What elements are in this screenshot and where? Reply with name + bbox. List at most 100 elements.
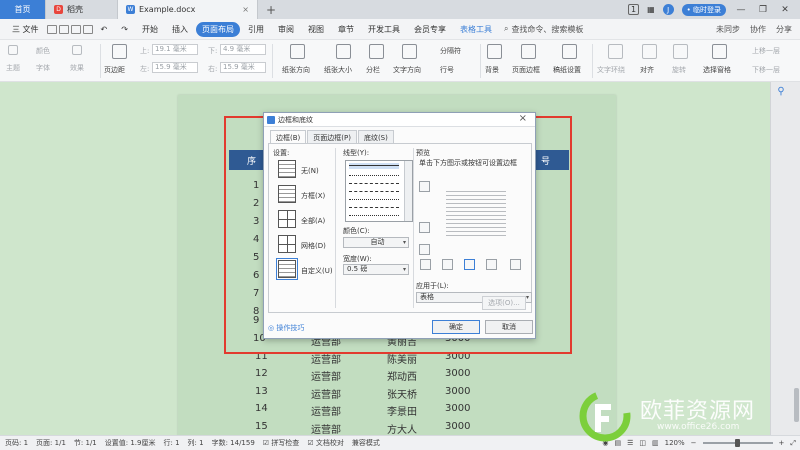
menu-item-developer[interactable]: 开发工具 [362,22,406,37]
undo-icon[interactable]: ↶ [95,23,114,36]
status-section[interactable]: 节: 1/1 [74,438,97,448]
table-row[interactable]: 15 运营部 方大人 3000 [229,419,569,437]
line-number-button[interactable]: 行号 [440,65,454,75]
color-button[interactable]: 颜色 [36,46,50,56]
menu-item-member[interactable]: 会员专享 [408,22,452,37]
diagonal-up-icon[interactable] [510,259,521,270]
line-style-option[interactable] [349,191,399,192]
restore-icon[interactable]: ❐ [756,5,770,15]
background-button[interactable]: 背景 [485,65,499,75]
orientation-button[interactable]: 纸张方向 [282,65,310,75]
manuscript-button[interactable]: 稿纸设置 [553,65,581,75]
setting-none-label[interactable]: 无(N) [301,166,319,176]
left-margin-input[interactable]: 15.9 毫米 [152,62,198,73]
table-row[interactable]: 13 运营部 张天桥 3000 [229,384,569,402]
border-left-icon[interactable] [442,259,453,270]
menu-item-start[interactable]: 开始 [136,22,164,37]
proofread-button[interactable]: ☑ 文档校对 [307,438,344,448]
margins-button[interactable]: 页边距 [104,65,125,75]
right-margin-input[interactable]: 15.9 毫米 [220,62,266,73]
zoom-out-icon[interactable]: − [691,439,697,447]
menu-item-table-tools[interactable]: 表格工具 [454,22,498,37]
minimize-icon[interactable]: — [734,5,748,15]
border-bottom-icon[interactable] [419,244,430,255]
tips-link[interactable]: ◎ 操作技巧 [268,323,304,333]
tab-page-border[interactable]: 页面边框(P) [307,130,357,143]
line-style-list[interactable] [345,160,413,222]
tab-home[interactable]: 首页 [0,0,46,19]
line-style-option[interactable] [349,215,399,216]
top-margin-input[interactable]: 19.1 毫米 [152,44,198,55]
border-top-icon[interactable] [419,181,430,192]
line-style-option[interactable] [349,163,399,169]
send-backward-button[interactable]: 下移一层 [752,65,780,75]
breaks-button[interactable]: 分隔符 [440,46,461,56]
open-icon[interactable] [46,24,57,34]
save-icon[interactable] [58,24,69,34]
tab-shading[interactable]: 底纹(S) [357,130,394,143]
select-pane-button[interactable]: 选择窗格 [703,65,731,75]
diagonal-down-icon[interactable] [420,259,431,270]
status-setting[interactable]: 设置值: 1.9厘米 [105,438,156,448]
line-style-option[interactable] [349,165,399,166]
setting-custom-icon[interactable] [276,258,298,280]
bring-forward-button[interactable]: 上移一层 [752,46,780,56]
menu-item-page-layout[interactable]: 页面布局 [195,21,240,37]
effect-button[interactable]: 效果 [70,63,84,73]
tab-daoke[interactable]: D 稻壳 [46,0,118,19]
menu-item-insert[interactable]: 插入 [166,22,194,37]
setting-all-label[interactable]: 全部(A) [301,216,325,226]
menu-file[interactable]: 三 文件 [6,22,45,37]
login-button[interactable]: • 临时登录 [681,3,726,16]
close-tab-icon[interactable]: × [242,5,249,14]
setting-box-label[interactable]: 方框(X) [301,191,325,201]
align-button[interactable]: 对齐 [640,65,654,75]
dialog-title-bar[interactable]: 边框和底纹 × [264,113,535,127]
new-tab-button[interactable]: + [258,0,284,19]
collaborate-button[interactable]: 协作 [750,24,766,35]
font-button[interactable]: 字体 [36,63,50,73]
status-page-number[interactable]: 页码: 1 [5,438,28,448]
spell-check-button[interactable]: ☑ 拼写检查 [263,438,300,448]
web-view-icon[interactable]: ◫ [639,439,646,447]
location-pin-icon[interactable]: ⚲ [775,86,787,98]
bottom-margin-input[interactable]: 4.9 毫米 [220,44,266,55]
setting-box-icon[interactable] [278,185,296,203]
preview-icon[interactable] [82,24,93,34]
cancel-button[interactable]: 取消 [485,320,533,334]
border-inside-v-icon[interactable] [464,259,475,270]
zoom-slider-thumb[interactable] [735,439,741,447]
menu-item-references[interactable]: 引用 [242,22,270,37]
close-icon[interactable]: × [519,113,527,124]
sync-status[interactable]: 未同步 [716,24,740,35]
setting-grid-icon[interactable] [278,235,296,253]
list-scrollbar[interactable] [404,161,412,221]
setting-none-icon[interactable] [278,160,296,178]
line-style-option[interactable] [349,175,399,176]
grid-icon[interactable]: ▦ [647,5,655,14]
avatar[interactable]: J [662,4,674,15]
status-words[interactable]: 字数: 14/159 [212,438,255,448]
vertical-scrollbar[interactable] [794,388,799,422]
zoom-level[interactable]: 120% [665,439,685,447]
line-style-option[interactable] [349,207,399,208]
redo-icon[interactable]: ↷ [115,23,134,36]
options-button[interactable]: 选项(O)... [482,296,526,310]
command-search[interactable]: ⌕ 查找命令、搜索模板 [504,24,583,35]
status-pages[interactable]: 页面: 1/1 [36,438,66,448]
border-inside-h-icon[interactable] [419,222,430,233]
line-style-option[interactable] [349,199,399,200]
close-window-icon[interactable]: ✕ [778,5,792,15]
table-row[interactable]: 14 运营部 李景田 3000 [229,401,569,419]
menu-item-review[interactable]: 审阅 [272,22,300,37]
width-dropdown[interactable]: 0.5 磅 [343,264,409,275]
share-button[interactable]: 分享 [776,24,792,35]
zoom-slider[interactable] [702,439,773,447]
setting-custom-label[interactable]: 自定义(U) [301,266,333,276]
zoom-in-icon[interactable]: + [779,439,785,447]
border-right-icon[interactable] [486,259,497,270]
paper-size-button[interactable]: 纸张大小 [324,65,352,75]
page-border-button[interactable]: 页面边框 [512,65,540,75]
theme-button[interactable]: 主题 [6,63,20,73]
rotate-button[interactable]: 旋转 [672,65,686,75]
